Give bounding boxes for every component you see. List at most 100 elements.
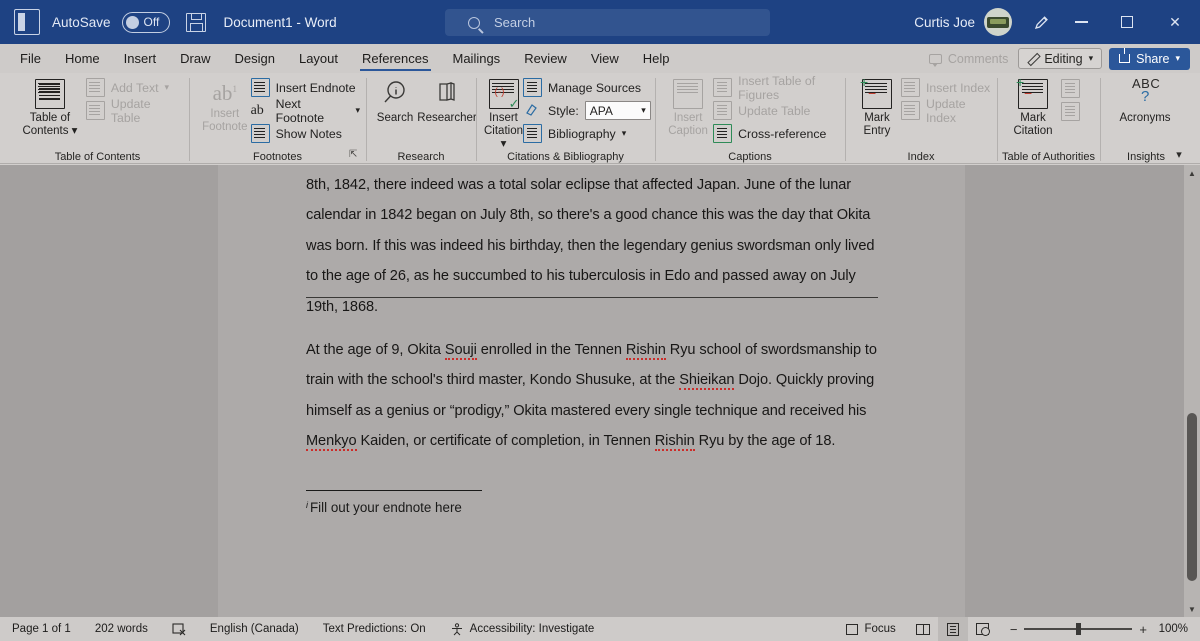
zoom-level-label[interactable]: 100% (1154, 623, 1188, 635)
focus-button[interactable]: Focus (834, 617, 907, 641)
table-of-contents-button[interactable]: Table of Contents ▾ (14, 73, 86, 138)
tab-view[interactable]: View (579, 44, 631, 73)
manage-sources-label: Manage Sources (548, 80, 641, 95)
close-button[interactable]: ✕ (1150, 0, 1200, 44)
proofing-status[interactable] (160, 617, 198, 641)
tab-draw[interactable]: Draw (168, 44, 222, 73)
zoom-out-button[interactable]: − (1010, 622, 1018, 637)
researcher-button[interactable]: Researcher (417, 73, 477, 125)
document-page[interactable]: 8th, 1842, there indeed was a total sola… (218, 165, 965, 617)
mark-citation-button[interactable]: + − Mark Citation (1005, 73, 1061, 138)
text-predictions-status[interactable]: Text Predictions: On (311, 617, 438, 641)
insert-table-of-authorities-button[interactable] (1061, 77, 1086, 100)
manage-sources-button[interactable]: Manage Sources (523, 76, 657, 99)
paragraph-1[interactable]: 8th, 1842, there indeed was a total sola… (306, 170, 881, 322)
acronyms-question: ? (1141, 88, 1150, 105)
btn-line1: Mark (1020, 112, 1046, 124)
zoom-control[interactable]: − + 100% (998, 622, 1200, 637)
paragraph-2[interactable]: At the age of 9, Okita Souji enrolled in… (306, 335, 881, 457)
update-table-of-authorities-button[interactable] (1061, 100, 1086, 123)
toc-small-buttons: Add Text ▾ Update Table (85, 73, 189, 125)
misspelled-word: Rishin (654, 433, 695, 452)
tab-mailings[interactable]: Mailings (441, 44, 513, 73)
maximize-button[interactable] (1104, 0, 1150, 44)
share-button[interactable]: Share ▾ (1109, 47, 1190, 70)
update-table-captions-button[interactable]: Update Table (713, 99, 845, 122)
autosave-toggle[interactable]: Off (121, 11, 170, 33)
citation-style-row[interactable]: Style: APA ▾ (523, 99, 657, 122)
document-canvas[interactable]: 8th, 1842, there indeed was a total sola… (0, 165, 1200, 617)
zoom-slider-handle[interactable] (1076, 623, 1082, 636)
update-index-icon (900, 101, 920, 120)
accessibility-status[interactable]: Accessibility: Investigate (438, 617, 607, 641)
update-table-label: Update Table (110, 96, 151, 125)
print-layout-button[interactable] (937, 617, 968, 641)
focus-icon (846, 623, 859, 635)
tab-help[interactable]: Help (631, 44, 682, 73)
mark-entry-button[interactable]: + − Mark Entry (853, 73, 901, 138)
cross-reference-button[interactable]: Cross-reference (713, 122, 845, 145)
chevron-down-icon: ▾ (621, 128, 627, 138)
tab-design[interactable]: Design (223, 44, 287, 73)
word-count[interactable]: 202 words (83, 617, 160, 641)
acronyms-button[interactable]: ABC ? Acronyms (1108, 73, 1182, 125)
next-footnote-button[interactable]: ab Next Footnote ▾ (251, 97, 366, 125)
save-icon[interactable] (185, 12, 206, 32)
search-research-button[interactable]: Search (372, 73, 418, 125)
add-text-icon (85, 78, 105, 97)
chevron-down-icon: ▾ (1088, 53, 1094, 63)
user-name[interactable]: Curtis Joe (914, 15, 975, 30)
minimize-button[interactable] (1058, 0, 1104, 44)
tab-home[interactable]: Home (53, 44, 112, 73)
update-table-toc-button[interactable]: Update Table (85, 96, 189, 125)
insert-table-of-figures-button[interactable]: Insert Table of Figures (713, 74, 845, 102)
tab-file[interactable]: File (8, 44, 53, 73)
endnote-area[interactable]: i Fill out your endnote here (306, 500, 462, 515)
search-box[interactable]: Search (445, 9, 770, 36)
show-notes-button[interactable]: Show Notes (250, 122, 366, 145)
misspelled-word: Shieikan (679, 372, 735, 391)
scrollbar-thumb[interactable] (1187, 413, 1197, 581)
ribbon-collapse-button[interactable]: ▾ (1168, 145, 1190, 163)
avatar[interactable] (984, 8, 1012, 36)
document-title[interactable]: Document1 - Word (224, 15, 337, 30)
comments-button[interactable]: Comments (919, 52, 1018, 67)
page-indicator[interactable]: Page 1 of 1 (0, 617, 83, 641)
cross-reference-icon (713, 124, 733, 143)
read-mode-button[interactable] (908, 617, 938, 641)
insert-caption-button[interactable]: Insert Caption (663, 73, 713, 138)
scroll-down-icon[interactable]: ▼ (1184, 601, 1200, 617)
vertical-scrollbar[interactable]: ▲ ▼ (1184, 165, 1200, 617)
misspelled-word: Rishin (625, 342, 666, 360)
endnote-reference-mark: i (306, 500, 308, 510)
editing-mode-button[interactable]: Editing ▾ (1018, 48, 1103, 69)
scroll-up-icon[interactable]: ▲ (1184, 165, 1200, 181)
insert-endnote-label: Insert Endnote (275, 80, 356, 95)
title-bar: AutoSave Off Document1 - Word Search Cur… (0, 0, 1200, 44)
bibliography-icon (523, 124, 542, 143)
btn-line1: Insert (489, 112, 518, 124)
insert-footnote-button[interactable]: ab1 Insert Footnote (199, 73, 251, 134)
focus-label: Focus (864, 623, 896, 635)
update-index-button[interactable]: Update Index (900, 97, 997, 125)
tab-references[interactable]: References (350, 44, 440, 73)
bibliography-button[interactable]: Bibliography ▾ (523, 122, 657, 145)
zoom-slider[interactable] (1024, 623, 1133, 636)
text-run: enrolled in the Tennen (476, 342, 626, 358)
chevron-down-icon: ▾ (500, 138, 507, 150)
citation-style-select[interactable]: APA ▾ (584, 101, 651, 120)
tab-layout[interactable]: Layout (287, 44, 350, 73)
title-bar-right: Curtis Joe ✕ (914, 0, 1200, 44)
add-text-label: Add Text (110, 80, 159, 95)
group-label-research: Research (397, 151, 445, 163)
web-layout-button[interactable] (968, 617, 998, 641)
zoom-in-button[interactable]: + (1139, 622, 1147, 637)
footnotes-dialog-launcher[interactable]: ⇱ (349, 149, 360, 160)
share-label: Share (1136, 51, 1170, 66)
pen-annotate-icon[interactable] (1024, 0, 1058, 44)
endnote-text[interactable]: Fill out your endnote here (310, 500, 462, 515)
tab-review[interactable]: Review (512, 44, 579, 73)
insert-citation-button[interactable]: (-) ✓ Insert Citation ▾ (484, 73, 523, 151)
language-indicator[interactable]: English (Canada) (198, 617, 311, 641)
tab-insert[interactable]: Insert (112, 44, 169, 73)
